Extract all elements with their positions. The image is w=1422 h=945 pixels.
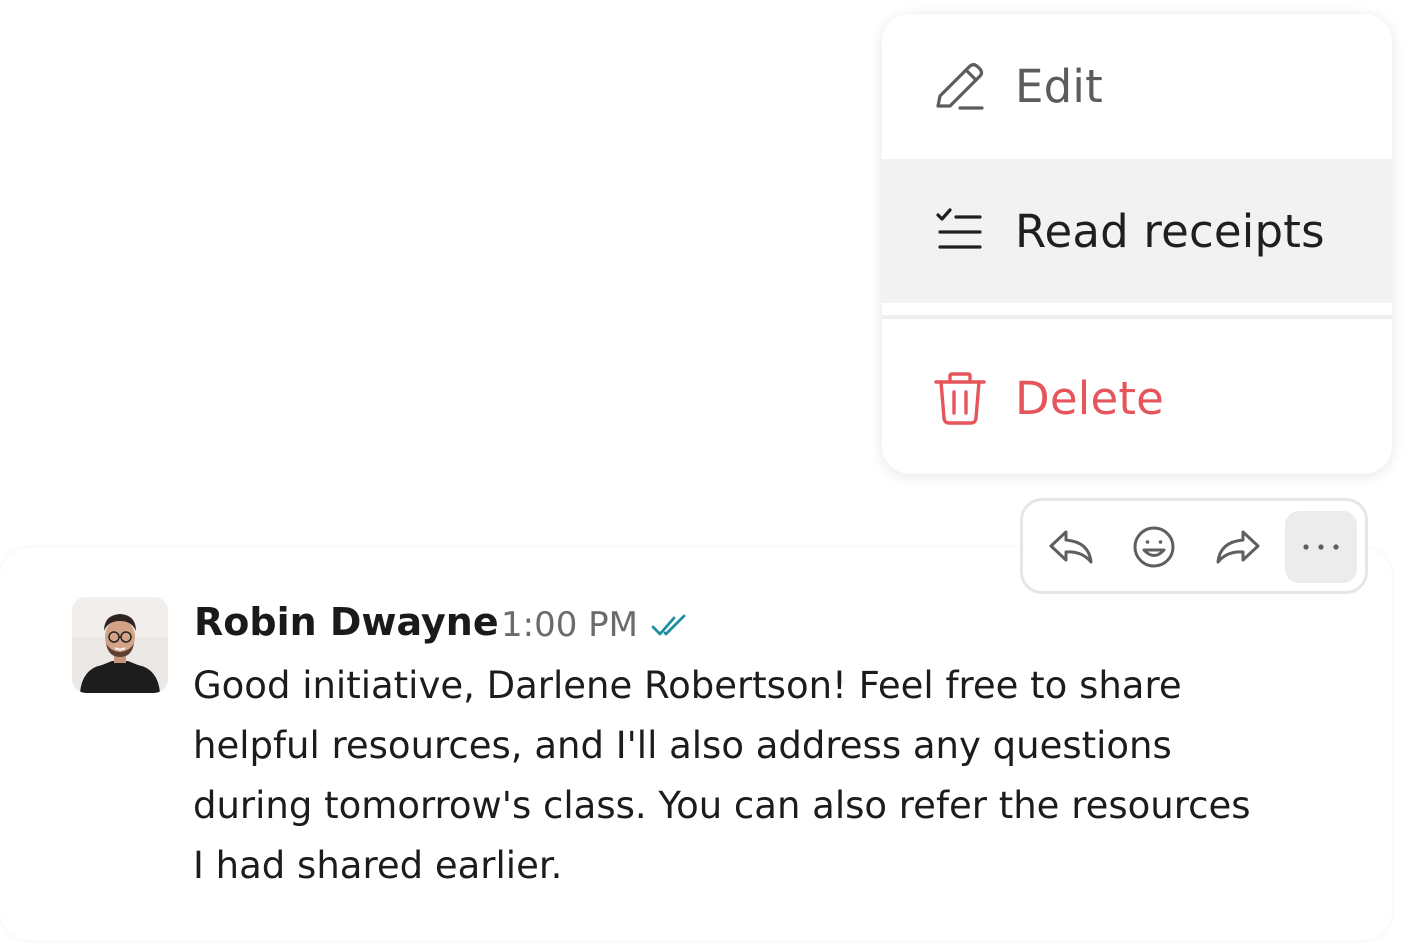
- double-check-icon: [651, 614, 686, 636]
- reply-button[interactable]: [1035, 511, 1107, 583]
- menu-item-edit[interactable]: Edit: [882, 14, 1392, 158]
- menu-item-delete[interactable]: Delete: [882, 322, 1392, 474]
- chat-stage: Edit Read receipts Delete Robin Dwayne 1…: [0, 0, 1422, 945]
- message-line: Good initiative, Darlene Robertson! Feel…: [193, 664, 1182, 707]
- menu-label-delete: Delete: [1015, 371, 1165, 425]
- message-context-menu: Edit Read receipts Delete: [882, 14, 1392, 474]
- message-line: helpful resources, and I'll also address…: [193, 724, 1172, 767]
- emoji-icon: [1133, 526, 1175, 568]
- add-reaction-button[interactable]: [1118, 511, 1190, 583]
- message-action-bar: [1020, 498, 1368, 594]
- message-body: Good initiative, Darlene Robertson! Feel…: [193, 656, 1333, 896]
- avatar-image: [72, 597, 168, 693]
- reply-icon: [1049, 530, 1093, 564]
- message-line: I had shared earlier.: [193, 844, 563, 887]
- message-line: during tomorrow's class. You can also re…: [193, 784, 1251, 827]
- trash-icon: [934, 372, 986, 425]
- forward-icon: [1216, 530, 1260, 564]
- more-options-button[interactable]: [1285, 511, 1357, 583]
- more-icon: [1303, 544, 1339, 550]
- pencil-icon: [936, 63, 984, 110]
- message-time: 1:00 PM: [501, 605, 638, 645]
- avatar[interactable]: [72, 597, 168, 693]
- menu-label-read-receipts: Read receipts: [1015, 204, 1325, 258]
- menu-divider: [882, 315, 1392, 319]
- forward-button[interactable]: [1202, 511, 1274, 583]
- checklist-icon: [936, 208, 982, 249]
- menu-item-read-receipts[interactable]: Read receipts: [882, 159, 1392, 303]
- message-author[interactable]: Robin Dwayne: [194, 600, 499, 644]
- menu-label-edit: Edit: [1015, 59, 1103, 113]
